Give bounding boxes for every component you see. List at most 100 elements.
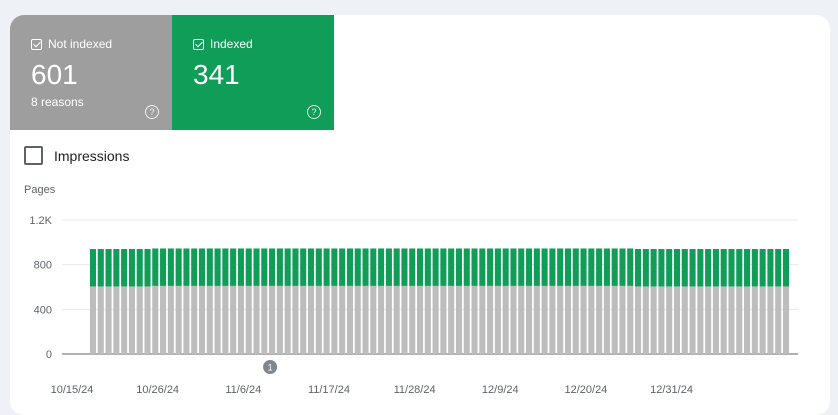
bar-indexed bbox=[619, 248, 626, 286]
bar-not-indexed bbox=[759, 286, 766, 354]
bar-indexed bbox=[323, 248, 330, 286]
not-indexed-label: Not indexed bbox=[48, 37, 113, 51]
bar-indexed bbox=[253, 248, 260, 286]
bar-indexed bbox=[712, 249, 719, 287]
bar-not-indexed bbox=[767, 286, 774, 354]
not-indexed-tile[interactable]: Not indexed 601 8 reasons ? bbox=[10, 15, 172, 130]
bar-not-indexed bbox=[245, 285, 252, 354]
bar-indexed bbox=[144, 249, 151, 287]
bar-indexed bbox=[526, 248, 533, 286]
impressions-checkbox[interactable] bbox=[24, 146, 43, 165]
bar-not-indexed bbox=[596, 285, 603, 354]
bar-indexed bbox=[736, 249, 743, 287]
bar-indexed bbox=[666, 249, 673, 287]
bar-not-indexed bbox=[105, 286, 112, 354]
bar-not-indexed bbox=[549, 285, 556, 354]
bar-not-indexed bbox=[167, 285, 174, 354]
bar-indexed bbox=[385, 248, 392, 286]
x-tick-label: 11/28/24 bbox=[394, 384, 436, 396]
bar-not-indexed bbox=[346, 285, 353, 354]
bar-not-indexed bbox=[89, 286, 97, 354]
bar-indexed bbox=[276, 248, 283, 286]
bar-indexed bbox=[346, 248, 353, 286]
indexed-count: 341 bbox=[193, 59, 240, 90]
bar-indexed bbox=[775, 249, 782, 287]
bar-not-indexed bbox=[518, 285, 525, 354]
bar-indexed bbox=[564, 248, 572, 286]
bar-not-indexed bbox=[416, 285, 424, 354]
bar-not-indexed bbox=[191, 285, 198, 354]
bar-indexed bbox=[533, 248, 540, 286]
x-tick-label: 10/26/24 bbox=[136, 384, 179, 396]
bar-indexed bbox=[681, 249, 688, 287]
bar-not-indexed bbox=[487, 285, 494, 354]
bar-not-indexed bbox=[697, 286, 704, 354]
bar-indexed bbox=[370, 248, 377, 286]
bar-indexed bbox=[401, 248, 408, 286]
bar-not-indexed bbox=[401, 285, 408, 354]
bar-indexed bbox=[744, 249, 751, 287]
bar-indexed bbox=[588, 248, 595, 286]
help-icon[interactable]: ? bbox=[307, 105, 321, 119]
bar-indexed bbox=[635, 249, 642, 287]
bar-not-indexed bbox=[557, 285, 564, 354]
bar-indexed bbox=[557, 248, 564, 286]
bar-not-indexed bbox=[494, 285, 501, 354]
bar-not-indexed bbox=[370, 285, 377, 354]
bar-not-indexed bbox=[689, 286, 696, 354]
indexed-checkbox[interactable] bbox=[193, 38, 204, 50]
bar-not-indexed bbox=[603, 285, 610, 354]
bar-not-indexed bbox=[533, 285, 540, 354]
bar-indexed bbox=[284, 248, 291, 286]
bar-indexed bbox=[206, 248, 213, 286]
annotation-label: 1 bbox=[268, 363, 273, 373]
bar-not-indexed bbox=[113, 286, 120, 354]
not-indexed-header: Not indexed bbox=[31, 37, 112, 51]
bar-indexed bbox=[759, 249, 766, 287]
bar-not-indexed bbox=[144, 286, 151, 354]
bar-not-indexed bbox=[588, 285, 595, 354]
bar-not-indexed bbox=[502, 285, 509, 354]
bar-not-indexed bbox=[284, 285, 291, 354]
bar-indexed bbox=[198, 248, 206, 286]
indexed-header: Indexed bbox=[193, 37, 253, 51]
bar-not-indexed bbox=[564, 285, 572, 354]
bar-not-indexed bbox=[214, 285, 221, 354]
help-icon[interactable]: ? bbox=[145, 105, 159, 119]
page-indexing-card: Not indexed 601 8 reasons ? Indexed 341 … bbox=[10, 15, 830, 415]
bar-indexed bbox=[424, 248, 431, 286]
bar-indexed bbox=[471, 248, 478, 286]
bar-indexed bbox=[292, 248, 299, 286]
bar-indexed bbox=[378, 248, 385, 286]
bar-indexed bbox=[105, 249, 112, 287]
bar-indexed bbox=[697, 249, 704, 287]
bar-not-indexed bbox=[237, 285, 244, 354]
bar-not-indexed bbox=[448, 285, 455, 354]
bar-not-indexed bbox=[658, 286, 665, 354]
bar-not-indexed bbox=[510, 285, 517, 354]
indexed-tile[interactable]: Indexed 341 ? bbox=[172, 15, 334, 130]
bar-indexed bbox=[782, 249, 790, 287]
bar-indexed bbox=[767, 249, 774, 287]
bar-indexed bbox=[596, 248, 603, 286]
bar-indexed bbox=[572, 248, 579, 286]
bar-not-indexed bbox=[307, 285, 315, 354]
bar-not-indexed bbox=[276, 285, 283, 354]
bar-indexed bbox=[487, 248, 494, 286]
bar-not-indexed bbox=[409, 285, 416, 354]
bar-not-indexed bbox=[354, 285, 361, 354]
bar-not-indexed bbox=[642, 286, 649, 354]
bar-indexed bbox=[307, 248, 315, 286]
x-tick-label: 12/31/24 bbox=[650, 384, 693, 396]
impressions-toggle[interactable]: Impressions bbox=[24, 146, 129, 165]
bar-not-indexed bbox=[183, 285, 190, 354]
bar-indexed bbox=[642, 249, 649, 287]
bar-not-indexed bbox=[526, 285, 533, 354]
bar-indexed bbox=[455, 248, 463, 286]
bar-indexed bbox=[128, 249, 135, 287]
not-indexed-checkbox[interactable] bbox=[31, 38, 42, 50]
x-tick-label: 12/9/24 bbox=[482, 384, 519, 396]
bar-not-indexed bbox=[261, 285, 268, 354]
bar-indexed bbox=[339, 248, 346, 286]
bar-not-indexed bbox=[782, 286, 790, 354]
